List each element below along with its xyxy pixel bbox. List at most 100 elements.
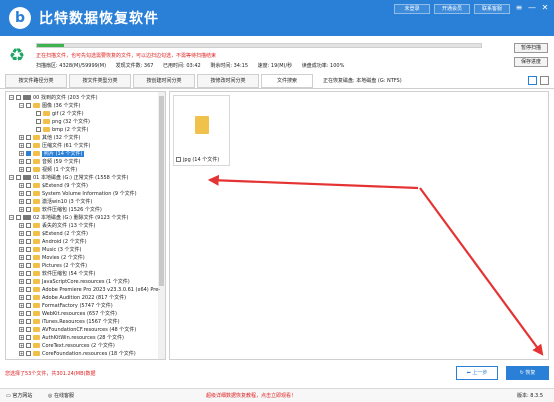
tab-by-type[interactable]: 按文件类型分类 [69, 74, 131, 88]
tree-checkbox[interactable] [26, 287, 31, 292]
tree-row[interactable]: + AVFoundationCF.resources (48 个文件) [19, 326, 136, 334]
tree-row[interactable]: + 软件压缩包 (54 个文件) [19, 270, 95, 278]
tree-row[interactable]: + WebKit.resources (657 个文件) [19, 310, 117, 318]
tree-checkbox[interactable] [26, 199, 31, 204]
expand-icon[interactable]: + [19, 303, 24, 308]
tree-checkbox[interactable] [26, 319, 31, 324]
expand-icon[interactable]: + [19, 279, 24, 284]
expand-icon[interactable]: + [19, 271, 24, 276]
expand-icon[interactable]: + [19, 263, 24, 268]
scroll-thumb[interactable] [159, 96, 164, 286]
tree-checkbox[interactable] [26, 239, 31, 244]
tree-row[interactable]: png (32 个文件) [29, 118, 90, 126]
tree-row[interactable]: + System Volume Information (9 个文件) [19, 190, 137, 198]
tree-row[interactable]: − 图像 (36 个文件) [19, 102, 80, 110]
expand-icon[interactable]: + [19, 287, 24, 292]
tree-row[interactable]: + 视频 (1 个文件) [19, 166, 77, 174]
collapse-icon[interactable]: − [9, 175, 14, 180]
tree-checkbox[interactable] [26, 167, 31, 172]
tree-row[interactable]: + FormatFactory (5747 个文件) [19, 302, 113, 310]
expand-icon[interactable]: + [19, 247, 24, 252]
tree-checkbox[interactable] [26, 103, 31, 108]
login-button[interactable]: 未登录 [394, 4, 430, 14]
tree-checkbox[interactable] [36, 119, 41, 124]
tree-checkbox[interactable] [26, 271, 31, 276]
tree-row[interactable]: + 音频 (59 个文件) [19, 158, 80, 166]
tree-scrollbar[interactable] [158, 92, 165, 359]
online-service-link[interactable]: ◎ 在线客服 [48, 392, 74, 399]
tree-checkbox[interactable] [26, 231, 31, 236]
pause-scan-button[interactable]: 暂停扫描 [514, 43, 548, 53]
tree-checkbox[interactable] [26, 343, 31, 348]
tree-row[interactable]: gif (2 个文件) [29, 110, 84, 118]
tree-row[interactable]: − 01 本地磁盘 (G:) 正常文件 (1558 个文件) [9, 174, 128, 182]
tutorial-link[interactable]: 超级详细数据恢复教程，点击立即观看！ [206, 392, 296, 399]
tree-row[interactable]: + iTunes.Resources (1567 个文件) [19, 318, 120, 326]
tree-checkbox[interactable] [26, 159, 31, 164]
contact-service-button[interactable]: 联系客服 [474, 4, 510, 14]
expand-icon[interactable]: + [19, 207, 24, 212]
tree-row[interactable]: + Android (2 个文件) [19, 238, 87, 246]
collapse-icon[interactable]: − [19, 103, 24, 108]
tree-checkbox[interactable] [26, 135, 31, 140]
tree-checkbox[interactable] [26, 191, 31, 196]
tree-row[interactable]: + Pictures (2 个文件) [19, 262, 87, 270]
expand-icon[interactable]: + [19, 223, 24, 228]
tree-row[interactable]: + JavaScriptCore.resources (1 个文件) [19, 278, 130, 286]
tree-row[interactable]: + $Extend (2 个文件) [19, 230, 88, 238]
expand-icon[interactable]: + [19, 199, 24, 204]
expand-icon[interactable]: + [19, 335, 24, 340]
tree-row[interactable]: + Adobe Premiere Pro 2023 v23.3.0.61 (x64… [19, 286, 160, 294]
tab-by-created[interactable]: 按创建时间分类 [133, 74, 195, 88]
grid-view-icon[interactable] [528, 76, 537, 85]
tree-row[interactable]: + AuthKitWin.resources (28 个文件) [19, 334, 124, 342]
tree-checkbox[interactable] [26, 183, 31, 188]
expand-icon[interactable]: + [19, 135, 24, 140]
tree-checkbox[interactable] [26, 143, 31, 148]
tree-row[interactable]: − 00 找到的文件 (203 个文件) [9, 94, 98, 102]
previous-step-button[interactable]: ⬅ 上一步 [456, 366, 498, 380]
tree-row[interactable]: + CoreText.resources (2 个文件) [19, 342, 115, 350]
tree-checkbox[interactable] [26, 303, 31, 308]
collapse-icon[interactable]: − [9, 215, 14, 220]
save-progress-button[interactable]: 保存进度 [514, 57, 548, 67]
tree-checkbox[interactable] [26, 335, 31, 340]
tab-by-modified[interactable]: 按修改时间分类 [197, 74, 259, 88]
tree-row[interactable]: + Adobe Audition 2022 (817 个文件) [19, 294, 126, 302]
tree-row[interactable]: + CoreFoundation.resources (18 个文件) [19, 350, 136, 358]
tree-checkbox[interactable] [26, 207, 31, 212]
tab-file-search[interactable]: 文件搜索 [261, 74, 313, 88]
tree-checkbox[interactable] [26, 151, 31, 156]
tree-row[interactable]: + 丢失的文件 (13 个文件) [19, 222, 95, 230]
expand-icon[interactable]: + [19, 255, 24, 260]
tree-row[interactable]: + $Extend (9 个文件) [19, 182, 88, 190]
expand-icon[interactable]: + [19, 143, 24, 148]
tree-checkbox[interactable] [26, 295, 31, 300]
tree-checkbox[interactable] [26, 351, 31, 356]
expand-icon[interactable]: + [19, 167, 24, 172]
expand-icon[interactable]: + [19, 239, 24, 244]
expand-icon[interactable]: + [19, 343, 24, 348]
tree-row[interactable]: + 软件压缩包 (1526 个文件) [19, 206, 102, 214]
tab-by-path[interactable]: 按文件路径分类 [5, 74, 67, 88]
tree-checkbox[interactable] [26, 311, 31, 316]
tree-row[interactable]: + 照片 (14 个文件) [19, 150, 85, 158]
tree-checkbox[interactable] [26, 247, 31, 252]
vip-button[interactable]: 开通会员 [434, 4, 470, 14]
tree-checkbox[interactable] [36, 127, 41, 132]
list-view-icon[interactable] [540, 76, 549, 85]
tree-row[interactable]: + 其他 (32 个文件) [19, 134, 80, 142]
expand-icon[interactable]: + [19, 191, 24, 196]
collapse-icon[interactable]: − [9, 95, 14, 100]
expand-icon[interactable]: + [19, 351, 24, 356]
tree-checkbox[interactable] [16, 95, 21, 100]
tree-row[interactable]: + Music (3 个文件) [19, 246, 82, 254]
tree-checkbox[interactable] [26, 279, 31, 284]
expand-icon[interactable]: + [19, 327, 24, 332]
expand-icon[interactable]: + [19, 151, 24, 156]
recover-button[interactable]: ↻ 恢复 [506, 366, 549, 380]
tree-row[interactable]: + 激活win10 (3 个文件) [19, 198, 92, 206]
expand-icon[interactable]: + [19, 319, 24, 324]
minimize-icon[interactable]: — [527, 3, 537, 13]
tree-checkbox[interactable] [26, 327, 31, 332]
